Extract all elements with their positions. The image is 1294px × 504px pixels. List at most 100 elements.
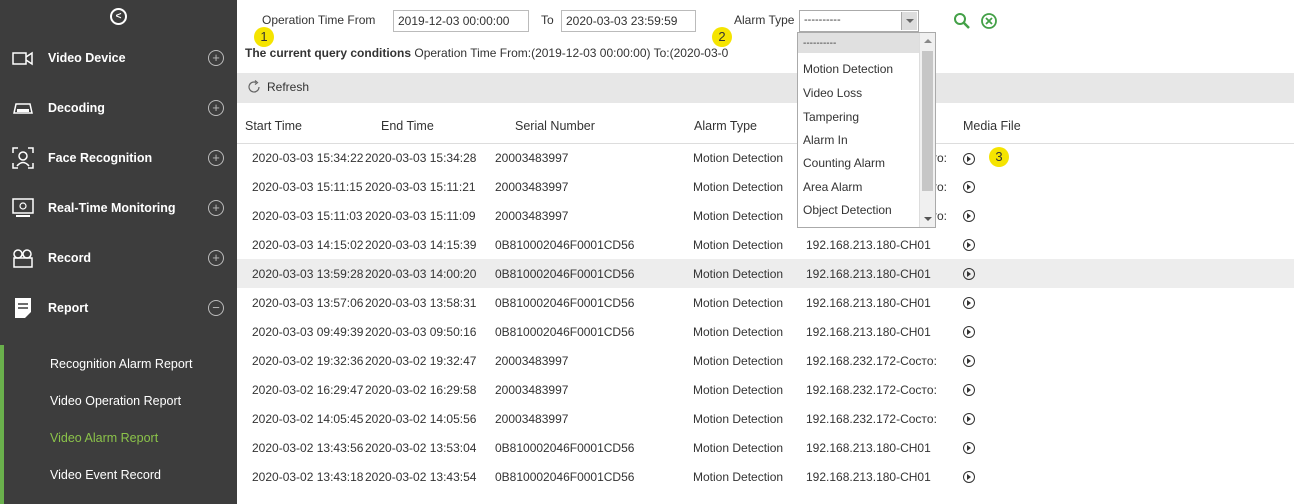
- chevron-down-icon[interactable]: [901, 12, 917, 30]
- sidebar-item-decoding[interactable]: Decoding +: [0, 83, 237, 133]
- play-icon[interactable]: [963, 413, 975, 426]
- column-header-start-time[interactable]: Start Time: [237, 110, 365, 144]
- dropdown-option[interactable]: ----------: [798, 33, 935, 53]
- toolbar: Refresh: [237, 73, 1294, 103]
- table-row[interactable]: 2020-03-03 13:59:28 2020-03-03 14:00:20 0B…: [237, 259, 1294, 288]
- end-time-cell: 2020-03-03 15:11:21: [365, 179, 476, 194]
- submenu-item-video-event-record[interactable]: Video Event Record: [0, 456, 237, 493]
- alarm-type-select[interactable]: ----------: [799, 10, 919, 32]
- start-time-cell: 2020-03-02 14:05:45: [252, 411, 364, 426]
- sidebar-item-face-recognition[interactable]: Face Recognition +: [0, 133, 237, 183]
- table-row[interactable]: 2020-03-02 19:32:36 2020-03-02 19:32:47 20…: [237, 346, 1294, 375]
- table-row[interactable]: 2020-03-03 14:15:02 2020-03-03 14:15:39 0B…: [237, 230, 1294, 259]
- sidebar-item-report[interactable]: Report −: [0, 283, 237, 333]
- to-label: To: [541, 13, 554, 27]
- alarm-table: Start Time End Time Serial Number Alarm …: [237, 110, 1294, 491]
- table-row[interactable]: 2020-03-02 14:05:45 2020-03-02 14:05:56 20…: [237, 404, 1294, 433]
- play-icon[interactable]: [963, 268, 975, 281]
- submenu-item-video-operation-report[interactable]: Video Operation Report: [0, 382, 237, 419]
- serial-number-cell: 0B810002046F0001CD56: [495, 259, 680, 288]
- submenu-item-recognition-alarm-report[interactable]: Recognition Alarm Report: [0, 345, 237, 382]
- play-icon[interactable]: [963, 181, 975, 194]
- expand-icon[interactable]: +: [208, 150, 224, 166]
- scrollbar-thumb[interactable]: [922, 51, 933, 191]
- sidebar-item-real-time-monitoring[interactable]: Real-Time Monitoring +: [0, 183, 237, 233]
- dropdown-option[interactable]: Counting Alarm: [798, 151, 935, 175]
- dropdown-scrollbar[interactable]: [919, 33, 935, 227]
- dropdown-option[interactable]: Area Alarm: [798, 175, 935, 199]
- play-icon[interactable]: [963, 239, 975, 252]
- start-time-cell: 2020-03-03 13:57:06: [252, 295, 364, 310]
- media-file-cell: [947, 404, 1294, 433]
- play-icon[interactable]: [963, 355, 975, 368]
- play-icon[interactable]: [963, 297, 975, 310]
- column-header-alarm-type[interactable]: Alarm Type: [680, 110, 794, 144]
- channel-cell: 192.168.232.172-Cocтo:: [806, 411, 937, 426]
- expand-icon[interactable]: +: [208, 50, 224, 66]
- play-icon[interactable]: [963, 210, 975, 223]
- collapse-icon[interactable]: −: [208, 300, 224, 316]
- from-time-input[interactable]: [393, 10, 529, 32]
- report-icon: [12, 297, 34, 319]
- column-header-serial-number[interactable]: Serial Number: [495, 110, 680, 144]
- table-row[interactable]: 2020-03-03 15:11:15 2020-03-03 15:11:21 20…: [237, 172, 1294, 201]
- play-icon[interactable]: [963, 384, 975, 397]
- end-time-cell: 2020-03-02 13:53:04: [365, 440, 477, 455]
- table-row[interactable]: 2020-03-02 16:29:47 2020-03-02 16:29:58 20…: [237, 375, 1294, 404]
- end-time-cell: 2020-03-03 15:34:28: [365, 150, 477, 165]
- play-icon[interactable]: [963, 326, 975, 339]
- dropdown-option[interactable]: Motion Detection: [798, 57, 935, 81]
- clear-icon[interactable]: [980, 12, 998, 30]
- play-icon[interactable]: [963, 471, 975, 484]
- scroll-down-icon[interactable]: [924, 217, 932, 221]
- start-time-cell: 2020-03-03 09:49:39: [252, 324, 364, 339]
- media-file-cell: [947, 346, 1294, 375]
- sidebar-collapse-button[interactable]: <: [0, 0, 237, 33]
- table-row[interactable]: 2020-03-03 15:34:22 2020-03-03 15:34:28 20…: [237, 143, 1294, 172]
- column-header-end-time[interactable]: End Time: [365, 110, 495, 144]
- expand-icon[interactable]: +: [208, 200, 224, 216]
- end-time-cell: 2020-03-02 16:29:58: [365, 382, 477, 397]
- sidebar-item-record[interactable]: Record +: [0, 233, 237, 283]
- play-icon[interactable]: [963, 152, 975, 165]
- table-row[interactable]: 2020-03-03 13:57:06 2020-03-03 13:58:31 0B…: [237, 288, 1294, 317]
- play-icon[interactable]: [963, 442, 975, 455]
- start-time-cell: 2020-03-02 13:43:18: [252, 469, 364, 484]
- table-row[interactable]: 2020-03-02 13:43:56 2020-03-02 13:53:04 0B…: [237, 433, 1294, 462]
- expand-icon[interactable]: +: [208, 100, 224, 116]
- table-row[interactable]: 2020-03-03 15:11:03 2020-03-03 15:11:09 20…: [237, 201, 1294, 230]
- alarm-type-dropdown: ---------- Motion Detection Video Loss Tamp…: [797, 32, 936, 228]
- channel-cell: 192.168.213.180-CH01: [806, 295, 931, 310]
- dropdown-option[interactable]: Tampering: [798, 105, 935, 129]
- refresh-button[interactable]: Refresh: [247, 80, 309, 94]
- alarm-type-cell: Motion Detection: [693, 411, 784, 426]
- sidebar-item-video-device[interactable]: Video Device +: [0, 33, 237, 83]
- dropdown-option[interactable]: Video Loss: [798, 81, 935, 105]
- scroll-up-icon[interactable]: [924, 39, 932, 43]
- alarm-type-cell: Motion Detection: [693, 179, 784, 194]
- dropdown-option[interactable]: Alarm In: [798, 129, 935, 151]
- alarm-type-cell: Motion Detection: [693, 353, 784, 368]
- end-time-cell: 2020-03-03 15:11:09: [365, 208, 476, 223]
- column-header-media-file[interactable]: Media File: [947, 110, 1294, 144]
- refresh-label: Refresh: [267, 80, 310, 94]
- query-conditions-text: Operation Time From:(2019-12-03 00:00:00…: [414, 46, 729, 60]
- start-time-cell: 2020-03-03 15:11:15: [252, 179, 363, 194]
- table-header-row: Start Time End Time Serial Number Alarm …: [237, 110, 1294, 144]
- expand-icon[interactable]: +: [208, 250, 224, 266]
- dropdown-option[interactable]: Object Detection: [798, 199, 935, 221]
- end-time-cell: 2020-03-02 13:43:54: [365, 469, 477, 484]
- to-time-input[interactable]: [561, 10, 696, 32]
- search-icon[interactable]: [953, 12, 971, 30]
- serial-number-cell: 20003483997: [495, 179, 569, 194]
- video-device-icon: [12, 47, 34, 69]
- end-time-cell: 2020-03-02 19:32:47: [365, 353, 477, 368]
- media-file-cell: [947, 288, 1294, 317]
- serial-number-cell: 20003483997: [495, 411, 569, 426]
- table-row[interactable]: 2020-03-02 13:43:18 2020-03-02 13:43:54 0B…: [237, 462, 1294, 491]
- table-row[interactable]: 2020-03-03 09:49:39 2020-03-03 09:50:16 0B…: [237, 317, 1294, 346]
- sidebar: < Video Device + Decoding + Face Recogni…: [0, 0, 237, 504]
- report-submenu: Recognition Alarm Report Video Operation…: [0, 345, 237, 504]
- callout-badge-3: 3: [989, 147, 1009, 167]
- submenu-item-video-alarm-report[interactable]: Video Alarm Report: [0, 419, 237, 456]
